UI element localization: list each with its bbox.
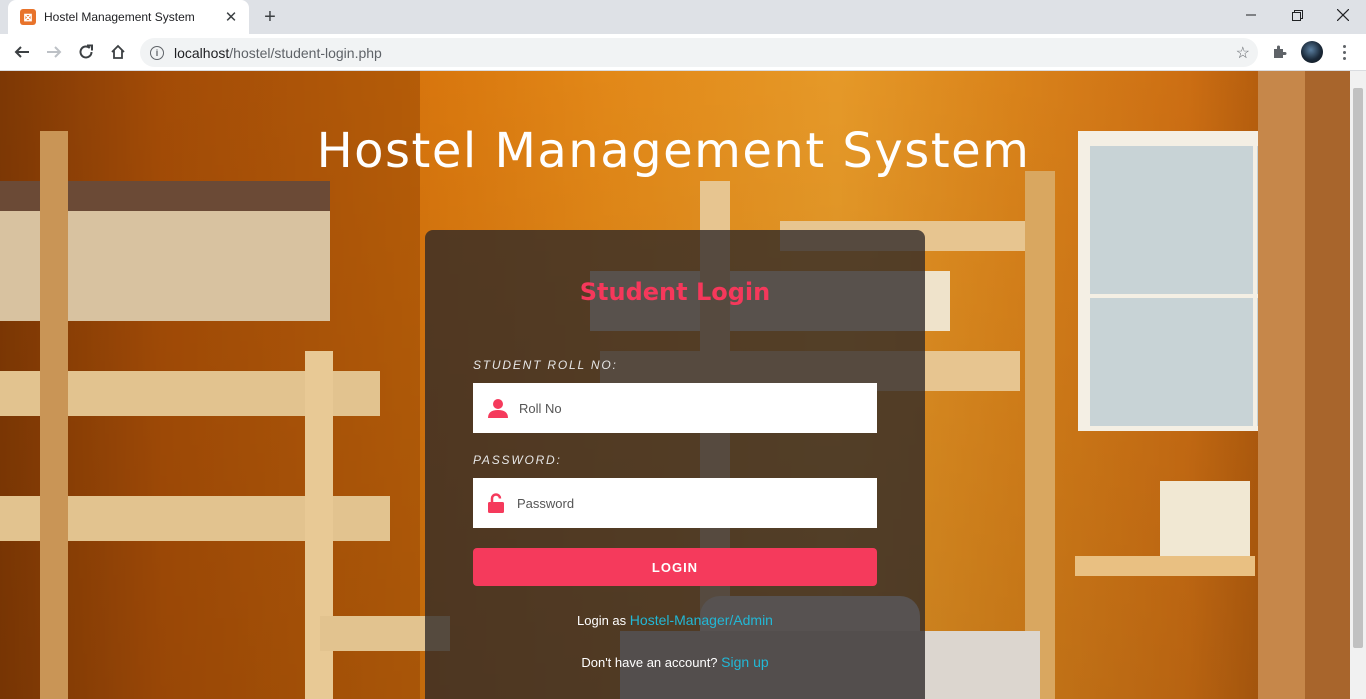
unlock-icon bbox=[487, 492, 505, 514]
bookmark-star-icon[interactable]: ☆ bbox=[1236, 43, 1250, 63]
login-card: Student Login STUDENT ROLL NO: PASSWORD:… bbox=[425, 230, 925, 699]
close-window-icon[interactable] bbox=[1320, 0, 1366, 30]
password-field bbox=[473, 478, 877, 528]
reload-icon[interactable] bbox=[72, 38, 100, 66]
admin-login-line: Login as Hostel-Manager/Admin bbox=[425, 612, 925, 628]
xampp-favicon-icon: ⊠ bbox=[20, 9, 36, 25]
signup-line: Don't have an account? Sign up bbox=[425, 654, 925, 670]
signup-prefix: Don't have an account? bbox=[581, 655, 718, 670]
address-bar[interactable]: i localhost/hostel/student-login.php ☆ bbox=[140, 38, 1258, 67]
profile-avatar[interactable] bbox=[1301, 41, 1323, 63]
url-text: localhost/hostel/student-login.php bbox=[174, 44, 382, 61]
browser-menu-icon[interactable] bbox=[1334, 38, 1354, 66]
site-info-icon[interactable]: i bbox=[150, 45, 164, 60]
user-icon bbox=[487, 397, 509, 419]
extensions-icon[interactable] bbox=[1268, 38, 1290, 66]
scrollbar-thumb[interactable] bbox=[1353, 88, 1363, 648]
admin-login-prefix: Login as bbox=[577, 613, 627, 628]
browser-toolbar: i localhost/hostel/student-login.php ☆ bbox=[0, 34, 1366, 71]
password-label: PASSWORD: bbox=[473, 453, 562, 467]
tab-title: Hostel Management System bbox=[44, 10, 195, 24]
admin-login-link[interactable]: Hostel-Manager/Admin bbox=[630, 612, 773, 628]
forward-icon[interactable] bbox=[40, 38, 68, 66]
roll-no-input[interactable] bbox=[519, 383, 877, 433]
vertical-scrollbar[interactable] bbox=[1350, 71, 1366, 699]
back-icon[interactable] bbox=[8, 38, 36, 66]
login-button[interactable]: LOGIN bbox=[473, 548, 877, 586]
close-tab-icon[interactable]: ✕ bbox=[223, 9, 239, 26]
minimize-icon[interactable] bbox=[1228, 0, 1274, 30]
password-input[interactable] bbox=[517, 478, 877, 528]
roll-no-field bbox=[473, 383, 877, 433]
page-title: Hostel Management System bbox=[316, 123, 1031, 179]
login-heading: Student Login bbox=[579, 278, 771, 306]
tab-strip: ⊠ Hostel Management System ✕ + bbox=[0, 0, 1366, 34]
browser-tab[interactable]: ⊠ Hostel Management System ✕ bbox=[8, 0, 249, 34]
page-viewport: Hostel Management System Student Login S… bbox=[0, 71, 1350, 699]
roll-no-label: STUDENT ROLL NO: bbox=[473, 358, 618, 372]
home-icon[interactable] bbox=[104, 38, 132, 66]
new-tab-icon[interactable]: + bbox=[258, 5, 282, 29]
restore-icon[interactable] bbox=[1274, 0, 1320, 30]
signup-link[interactable]: Sign up bbox=[721, 654, 768, 670]
